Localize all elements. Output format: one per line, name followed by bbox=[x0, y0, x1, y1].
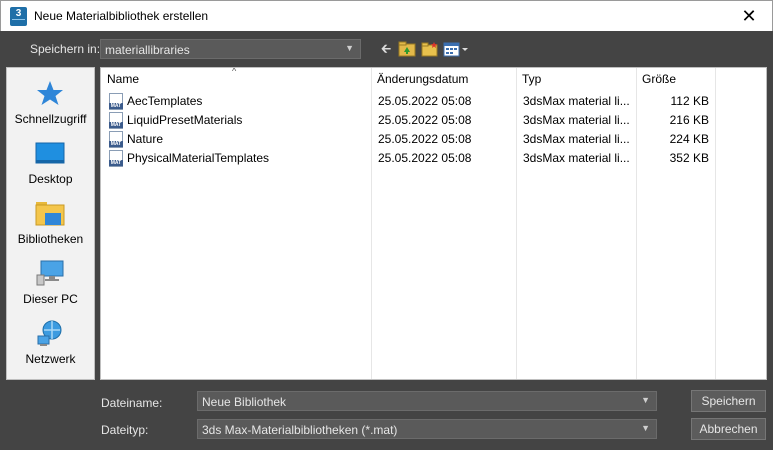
libraries-folder-icon bbox=[35, 202, 65, 226]
filetype-select[interactable]: 3ds Max-Materialbibliotheken (*.mat) ▼ bbox=[197, 419, 657, 439]
savein-combo[interactable]: materiallibraries ▼ bbox=[100, 39, 361, 59]
file-name: AecTemplates bbox=[127, 94, 203, 108]
place-this-pc[interactable]: Dieser PC bbox=[7, 253, 94, 311]
file-size: 224 KB bbox=[669, 132, 709, 146]
table-row[interactable]: LiquidPresetMaterials 25.05.2022 05:08 3… bbox=[101, 111, 715, 130]
chevron-down-icon: ▼ bbox=[345, 43, 354, 53]
place-desktop[interactable]: Desktop bbox=[7, 133, 94, 191]
filetype-label: Dateityp: bbox=[101, 423, 149, 437]
table-row[interactable]: PhysicalMaterialTemplates 25.05.2022 05:… bbox=[101, 149, 715, 168]
column-divider[interactable] bbox=[715, 68, 716, 379]
place-label: Dieser PC bbox=[23, 292, 78, 306]
filename-value: Neue Bibliothek bbox=[202, 395, 287, 409]
mat-file-icon bbox=[109, 93, 123, 110]
close-icon: ✕ bbox=[741, 6, 757, 26]
filename-input[interactable]: Neue Bibliothek ▼ bbox=[197, 391, 657, 411]
view-menu-icon[interactable] bbox=[443, 40, 469, 58]
place-libraries[interactable]: Bibliotheken bbox=[7, 193, 94, 251]
filename-label: Dateiname: bbox=[101, 396, 163, 410]
file-type: 3dsMax material li... bbox=[523, 113, 630, 127]
close-button[interactable]: ✕ bbox=[726, 1, 772, 32]
file-size: 112 KB bbox=[670, 94, 709, 108]
file-date: 25.05.2022 05:08 bbox=[378, 132, 472, 146]
column-header-size[interactable]: Größe bbox=[636, 68, 716, 90]
file-date: 25.05.2022 05:08 bbox=[378, 94, 472, 108]
save-button[interactable]: Speichern bbox=[691, 390, 766, 412]
up-folder-icon[interactable] bbox=[398, 40, 416, 58]
place-quick-access[interactable]: Schnellzugriff bbox=[7, 73, 94, 131]
mat-file-icon bbox=[109, 112, 123, 129]
place-label: Bibliotheken bbox=[17, 232, 84, 246]
column-header-date[interactable]: Änderungsdatum bbox=[371, 68, 517, 90]
sort-ascending-icon: ^ bbox=[232, 67, 237, 76]
mat-file-icon bbox=[109, 131, 123, 148]
file-name: PhysicalMaterialTemplates bbox=[127, 151, 270, 165]
file-size: 216 KB bbox=[669, 113, 709, 127]
computer-icon bbox=[36, 260, 64, 286]
file-date: 25.05.2022 05:08 bbox=[378, 113, 472, 127]
file-type: 3dsMax material li... bbox=[523, 94, 630, 108]
file-name: Nature bbox=[127, 132, 164, 146]
window-title: Neue Materialbibliothek erstellen bbox=[34, 9, 209, 23]
table-row[interactable]: AecTemplates 25.05.2022 05:08 3dsMax mat… bbox=[101, 92, 715, 111]
place-network[interactable]: Netzwerk bbox=[7, 313, 94, 371]
3ds-max-icon: 3 bbox=[10, 7, 27, 26]
file-list: Name ^ Änderungsdatum Typ Größe AecTempl… bbox=[100, 67, 767, 380]
back-arrow-icon[interactable]: 🡰 bbox=[377, 40, 395, 58]
title-bar: 3 Neue Materialbibliothek erstellen ✕ bbox=[0, 0, 773, 31]
savein-label: Speichern in: bbox=[30, 42, 101, 56]
place-label: Schnellzugriff bbox=[14, 112, 87, 126]
file-size: 352 KB bbox=[669, 151, 709, 165]
file-name: LiquidPresetMaterials bbox=[127, 113, 243, 127]
column-header-name[interactable]: Name ^ bbox=[101, 68, 371, 90]
mat-file-icon bbox=[109, 150, 123, 167]
file-type: 3dsMax material li... bbox=[523, 151, 630, 165]
new-folder-icon[interactable] bbox=[421, 40, 439, 58]
chevron-down-icon: ▼ bbox=[641, 423, 650, 433]
table-row[interactable]: Nature 25.05.2022 05:08 3dsMax material … bbox=[101, 130, 715, 149]
star-icon bbox=[37, 81, 63, 105]
file-type: 3dsMax material li... bbox=[523, 132, 630, 146]
network-icon bbox=[37, 320, 62, 346]
savein-value: materiallibraries bbox=[105, 43, 190, 57]
places-bar: Schnellzugriff Desktop Bibliotheken Dies… bbox=[6, 67, 95, 380]
filetype-value: 3ds Max-Materialbibliotheken (*.mat) bbox=[202, 423, 398, 437]
column-header-type[interactable]: Typ bbox=[516, 68, 637, 90]
place-label: Netzwerk bbox=[25, 352, 76, 366]
place-label: Desktop bbox=[28, 172, 73, 186]
chevron-down-icon[interactable]: ▼ bbox=[641, 395, 650, 405]
cancel-button[interactable]: Abbrechen bbox=[691, 418, 766, 440]
desktop-icon bbox=[35, 142, 65, 164]
file-date: 25.05.2022 05:08 bbox=[378, 151, 472, 165]
